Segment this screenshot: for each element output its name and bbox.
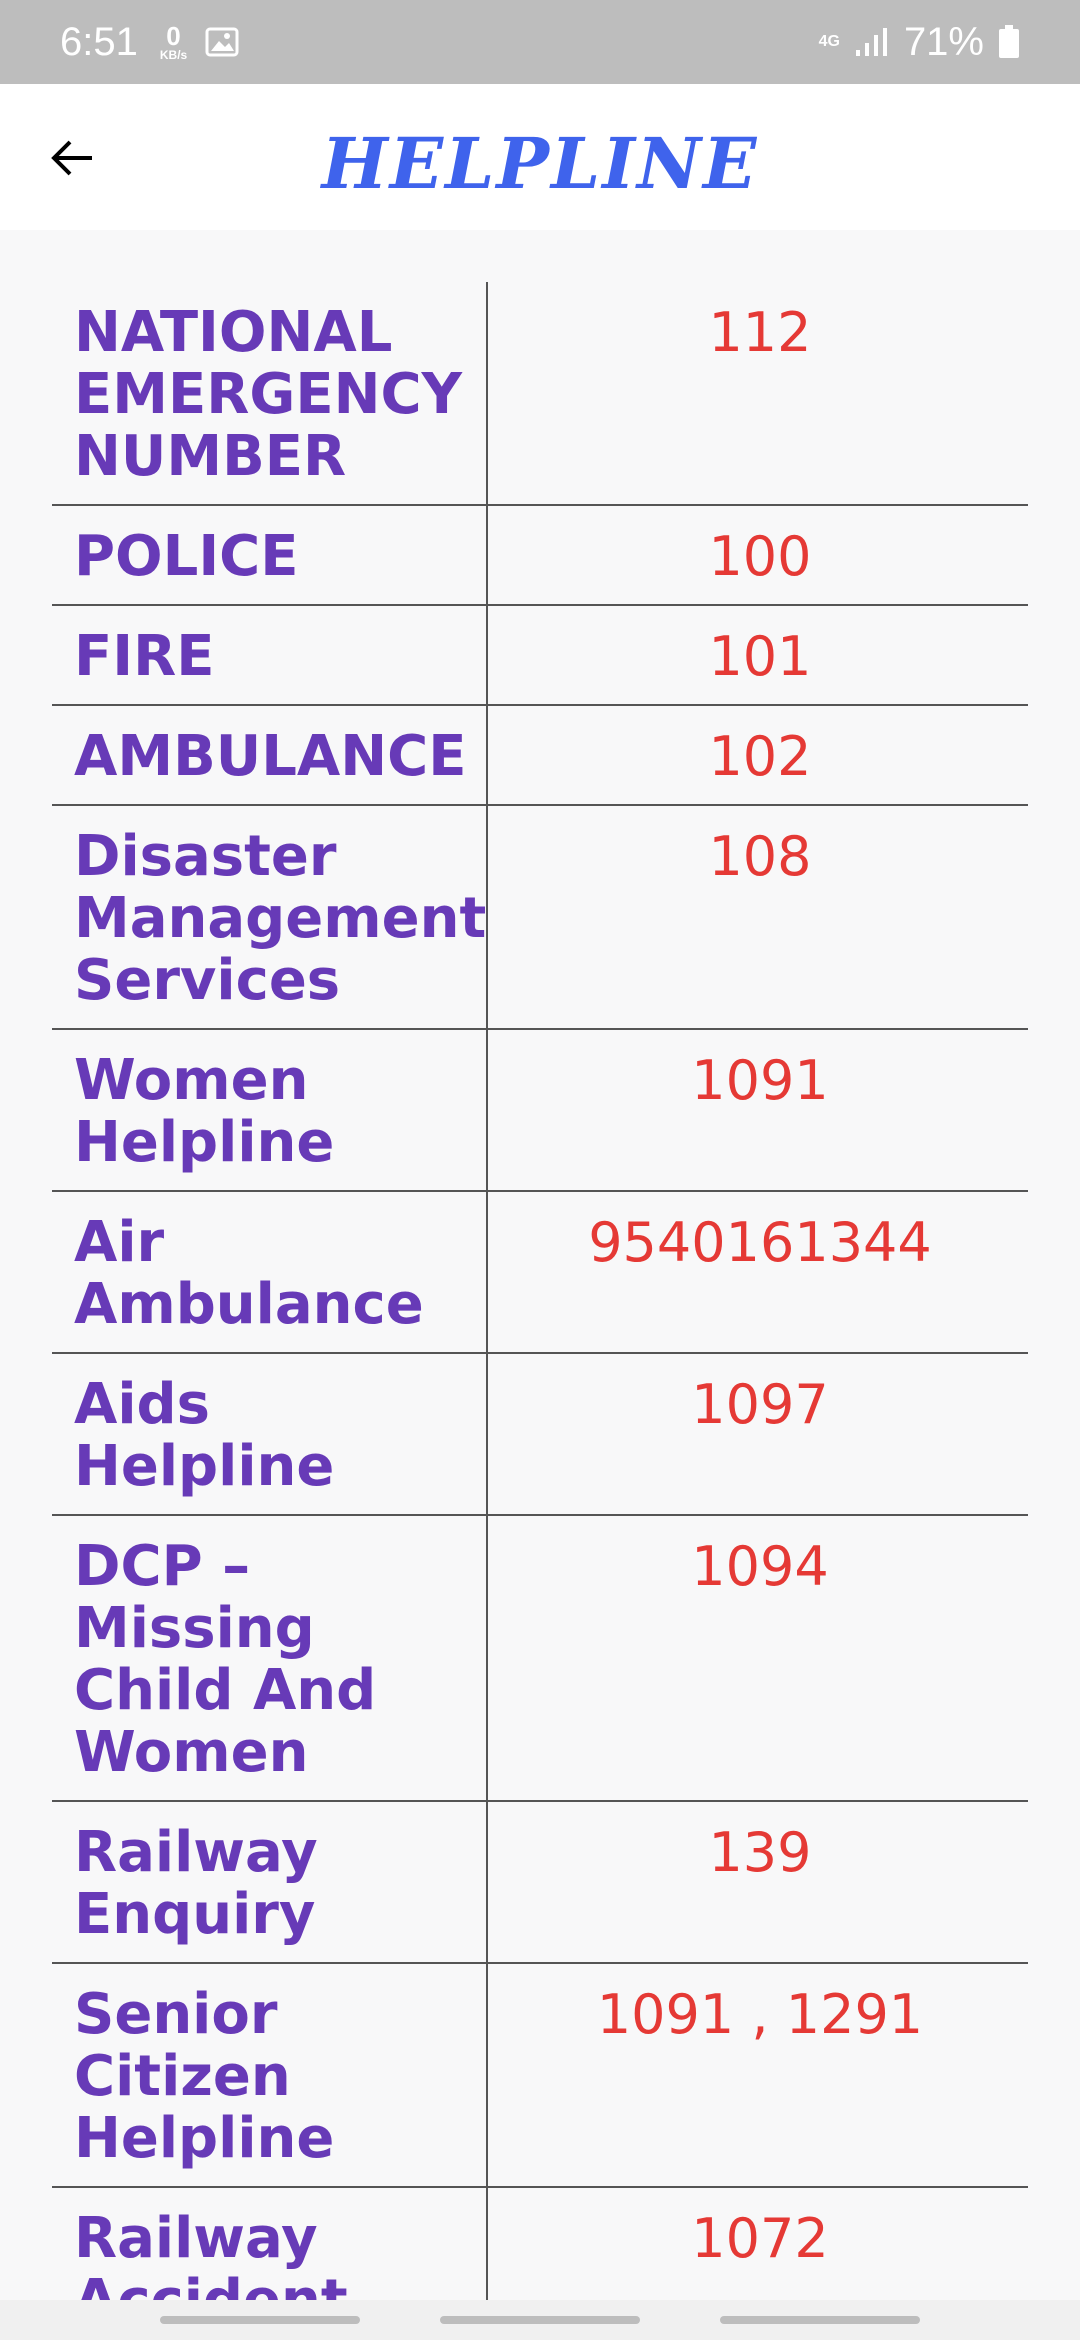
system-nav-bar [0,2300,1080,2340]
helpline-table: NATIONAL EMERGENCY NUMBER 112 POLICE 100… [52,282,1028,2300]
battery-icon [999,25,1019,58]
helpline-number[interactable]: 112 [486,302,1028,488]
helpline-name: Aids Helpline [74,1372,335,1499]
status-right-group: 4G 71% [819,20,1020,65]
helpline-number[interactable]: 1091 , 1291 [486,1984,1028,2170]
helpline-name: Railway Accident Emergency [74,2206,348,2301]
network-speed-value: 0 [166,21,181,51]
network-speed: 0 KB/s [160,23,187,61]
helpline-name: NATIONAL EMERGENCY NUMBER [74,300,463,489]
helpline-name: DCP – Missing Child And Women [74,1534,377,1785]
helpline-number[interactable]: 139 [486,1822,1028,1946]
helpline-name: AMBULANCE [74,724,467,789]
helpline-number[interactable]: 9540161344 [486,1212,1028,1336]
helpline-number[interactable]: 1091 [486,1050,1028,1174]
table-row[interactable]: Railway Accident Emergency 1072 [52,2188,1028,2301]
table-row[interactable]: DCP – Missing Child And Women 1094 [52,1516,1028,1802]
nav-home-button[interactable] [440,2316,640,2324]
table-row[interactable]: NATIONAL EMERGENCY NUMBER 112 [52,282,1028,506]
app-bar: HELPLINE [0,84,1080,230]
table-row[interactable]: Railway Enquiry 139 [52,1802,1028,1964]
table-row[interactable]: Women Helpline 1091 [52,1030,1028,1192]
table-row[interactable]: Disaster Management Services 108 [52,806,1028,1030]
network-type: 4G [818,33,840,50]
signal-icon [855,28,887,56]
table-row[interactable]: AMBULANCE 102 [52,706,1028,806]
page-title: HELPLINE [321,122,759,205]
table-row[interactable]: Air Ambulance 9540161344 [52,1192,1028,1354]
table-row[interactable]: Senior Citizen Helpline 1091 , 1291 [52,1964,1028,2188]
table-row[interactable]: Aids Helpline 1097 [52,1354,1028,1516]
helpline-name: POLICE [74,524,299,589]
table-row[interactable]: FIRE 101 [52,606,1028,706]
helpline-name: Disaster Management Services [74,824,487,1013]
helpline-number[interactable]: 108 [486,826,1028,1012]
nav-recent-button[interactable] [160,2316,360,2324]
helpline-number[interactable]: 1094 [486,1536,1028,1784]
network-speed-unit: KB/s [159,48,188,62]
helpline-name: Senior Citizen Helpline [74,1982,335,2171]
gallery-icon [205,27,239,57]
helpline-number[interactable]: 101 [486,626,1028,688]
helpline-name: Railway Enquiry [74,1820,318,1947]
helpline-name: Women Helpline [74,1048,335,1175]
battery-percent: 71% [903,19,984,64]
status-time: 6:51 [60,19,138,64]
helpline-number[interactable]: 100 [486,526,1028,588]
helpline-number[interactable]: 102 [486,726,1028,788]
helpline-list[interactable]: NATIONAL EMERGENCY NUMBER 112 POLICE 100… [0,230,1080,2300]
helpline-name: FIRE [74,624,215,689]
helpline-number[interactable]: 1097 [486,1374,1028,1498]
helpline-number[interactable]: 1072 [486,2208,1028,2300]
helpline-name: Air Ambulance [74,1210,424,1337]
table-row[interactable]: POLICE 100 [52,506,1028,606]
status-bar: 6:51 0 KB/s 4G 71% [0,0,1080,84]
nav-back-button[interactable] [720,2316,920,2324]
